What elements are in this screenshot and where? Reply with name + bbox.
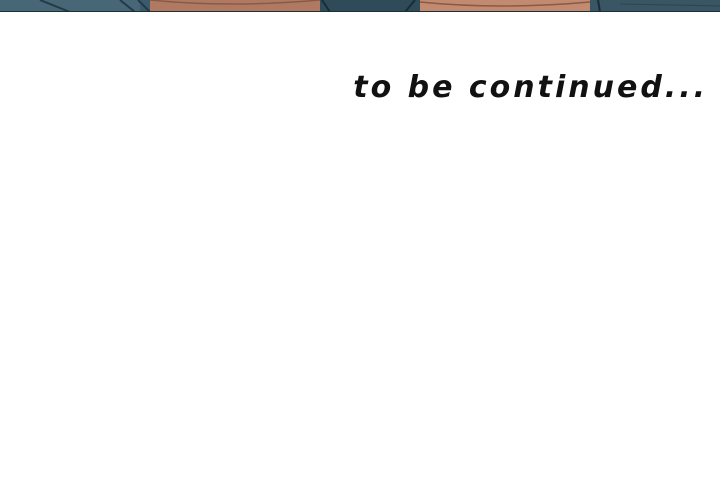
comic-panel-art <box>0 0 720 12</box>
to-be-continued-caption: to be continued... <box>353 70 708 105</box>
comic-page: to be continued... <box>0 0 720 484</box>
panel-illustration <box>0 0 720 12</box>
